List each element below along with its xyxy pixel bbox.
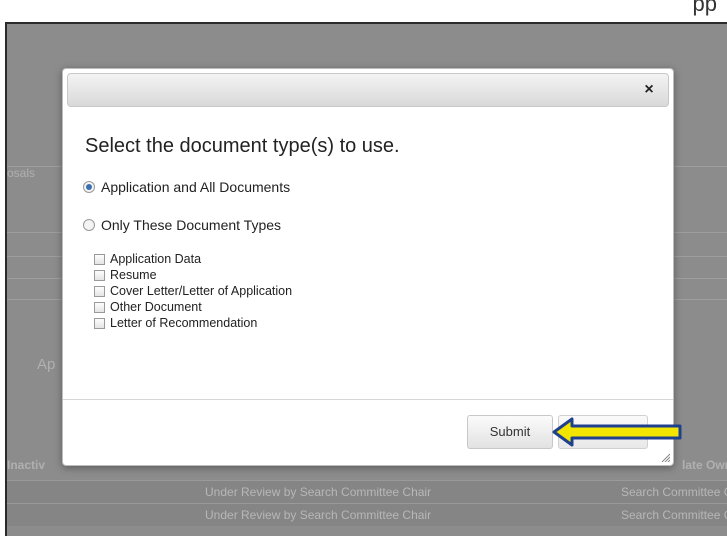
checkbox[interactable] — [94, 285, 105, 297]
checkbox-item-application-data[interactable]: Application Data — [94, 251, 292, 267]
background-table-row: Under Review by Search Committee Chair S… — [7, 503, 727, 526]
checkbox-item-resume[interactable]: Resume — [94, 267, 292, 283]
document-type-list: Application Data Resume Cover Letter/Let… — [94, 251, 292, 331]
radio-button[interactable] — [83, 219, 95, 231]
radio-label: Application and All Documents — [101, 179, 291, 195]
background-tab-label: osals — [7, 166, 36, 180]
checkbox-label: Resume — [110, 268, 157, 282]
radio-all-documents[interactable]: Application and All Documents — [83, 179, 290, 195]
page-top-label: pp — [692, 0, 717, 16]
document-type-dialog: × Select the document type(s) to use. Ap… — [62, 68, 674, 466]
checkbox[interactable] — [94, 269, 105, 281]
background-row-owner: Search Committee C — [621, 485, 727, 499]
resize-handle-icon[interactable] — [660, 452, 670, 462]
dialog-heading: Select the document type(s) to use. — [85, 135, 400, 157]
arrow-pointer-icon — [552, 417, 682, 447]
submit-button[interactable]: Submit — [467, 415, 553, 449]
checkbox-label: Letter of Recommendation — [110, 316, 258, 330]
background-table-header-right: late Owr — [682, 458, 727, 472]
background-table-header-left: Inactiv — [7, 458, 46, 472]
checkbox-label: Application Data — [110, 252, 202, 266]
dialog-footer-divider — [63, 399, 673, 400]
checkbox[interactable] — [94, 253, 105, 265]
checkbox[interactable] — [94, 301, 105, 313]
radio-only-these-types[interactable]: Only These Document Types — [83, 217, 281, 233]
background-row-status: Under Review by Search Committee Chair — [205, 508, 432, 522]
dialog-titlebar: × — [67, 73, 669, 107]
page-header-strip: pp — [0, 0, 727, 22]
checkbox[interactable] — [94, 317, 105, 329]
screenshot-frame: pp osals Ap Inactiv late Owr Under Revie… — [0, 0, 727, 536]
background-row-owner: Search Committee C — [621, 508, 727, 522]
checkbox-item-other-document[interactable]: Other Document — [94, 299, 292, 315]
checkbox-item-letter-of-recommendation[interactable]: Letter of Recommendation — [94, 315, 292, 331]
radio-button-selected[interactable] — [83, 181, 95, 193]
close-icon[interactable]: × — [640, 80, 658, 100]
background-table-row: Under Review by Search Committee Chair S… — [7, 480, 727, 503]
checkbox-item-cover-letter[interactable]: Cover Letter/Letter of Application — [94, 283, 292, 299]
background-row-status: Under Review by Search Committee Chair — [205, 485, 432, 499]
checkbox-label: Other Document — [110, 300, 202, 314]
radio-label: Only These Document Types — [101, 217, 282, 233]
background-section-label: Ap — [37, 356, 56, 373]
checkbox-label: Cover Letter/Letter of Application — [110, 284, 293, 298]
